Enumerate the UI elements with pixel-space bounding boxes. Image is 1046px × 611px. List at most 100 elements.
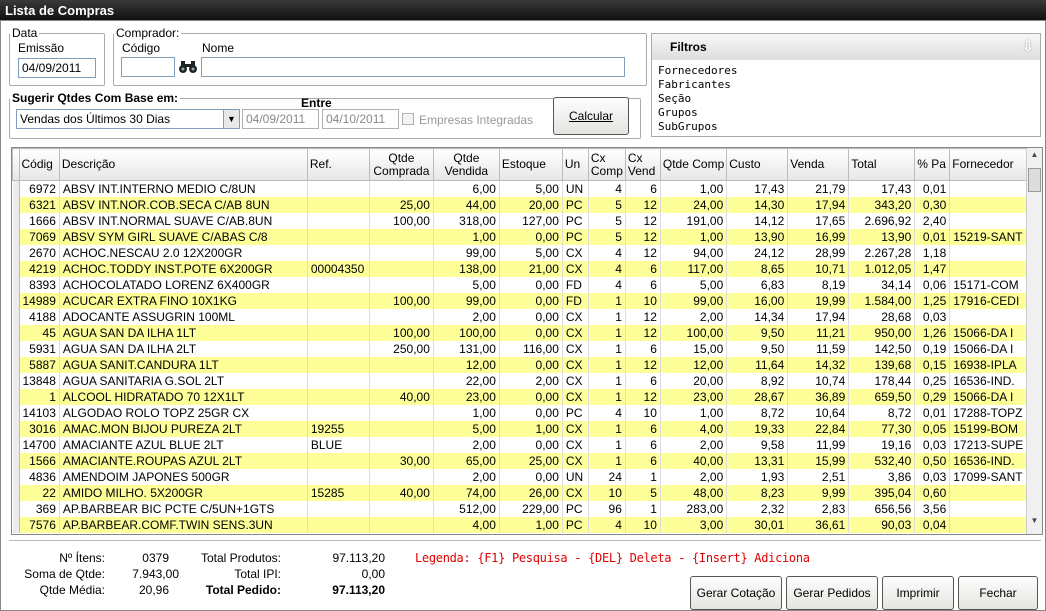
scroll-thumb[interactable] [1028, 168, 1041, 192]
cell-descricao[interactable]: ADOCANTE ASSUGRIN 100ML [59, 308, 308, 325]
cell-total[interactable]: 395,04 [848, 484, 916, 501]
cell-un[interactable]: CX [562, 308, 589, 325]
cell-qtde-vendida[interactable]: 2,00 [433, 308, 500, 325]
cell-total[interactable]: 139,68 [848, 356, 916, 373]
cell-codigo[interactable]: 14700 [19, 436, 60, 453]
cell-total[interactable]: 34,14 [848, 276, 916, 293]
cell-custo[interactable]: 13,90 [726, 228, 789, 245]
cell-qtde-comp[interactable]: 1,00 [660, 228, 728, 245]
cell-qtde-comp[interactable]: 3,00 [660, 516, 728, 533]
cell-qtde-vendida[interactable]: 318,00 [433, 212, 500, 229]
col-header-cx-comp[interactable]: Cx Comp [587, 148, 626, 181]
cell-custo[interactable]: 13,31 [726, 452, 789, 469]
cell-un[interactable]: CX [562, 356, 589, 373]
cell-qtde-comprada[interactable] [369, 372, 434, 389]
table-row[interactable]: 4188 ADOCANTE ASSUGRIN 100ML 2,00 0,00 CX 1 12… [12, 308, 1034, 325]
cell-qtde-vendida[interactable]: 2,00 [433, 436, 500, 453]
cell-codigo[interactable]: 45 [19, 324, 60, 341]
cell-qtde-vendida[interactable]: 65,00 [433, 452, 500, 469]
cell-cx-comp[interactable]: 1 [588, 340, 626, 357]
cell-custo[interactable]: 6,83 [726, 276, 789, 293]
cell-codigo[interactable]: 4188 [19, 308, 60, 325]
cell-cx-vend[interactable]: 6 [625, 436, 661, 453]
cell-venda[interactable]: 10,64 [787, 404, 850, 421]
cell-qtde-comprada[interactable] [369, 500, 434, 517]
cell-cx-vend[interactable]: 1 [625, 468, 661, 485]
cell-total[interactable]: 13,90 [848, 228, 916, 245]
chevron-down-icon[interactable]: ▼ [223, 110, 239, 128]
cell-codigo[interactable]: 22 [19, 484, 60, 501]
cell-un[interactable]: CX [562, 324, 589, 341]
cell-cx-comp[interactable]: 4 [588, 404, 626, 421]
cell-codigo[interactable]: 6972 [19, 180, 60, 197]
cell-percent[interactable]: 0,05 [914, 420, 951, 437]
cell-ref[interactable] [307, 340, 370, 357]
cell-ref[interactable] [307, 388, 370, 405]
cell-custo[interactable]: 19,33 [726, 420, 789, 437]
cell-un[interactable]: CX [562, 452, 589, 469]
cell-cx-comp[interactable]: 4 [588, 260, 626, 277]
comprador-codigo-input[interactable] [121, 57, 175, 77]
col-header-codigo[interactable]: Códig [18, 148, 60, 181]
cell-qtde-vendida[interactable]: 131,00 [433, 340, 500, 357]
cell-total[interactable]: 1.012,05 [848, 260, 916, 277]
gerar-pedidos-button[interactable]: Gerar Pedidos [786, 576, 878, 610]
cell-cx-vend[interactable]: 1 [625, 500, 661, 517]
cell-fornecedor[interactable] [949, 180, 1034, 197]
cell-cx-vend[interactable]: 12 [625, 324, 661, 341]
cell-ref[interactable]: 15285 [307, 484, 370, 501]
cell-qtde-comp[interactable]: 40,00 [660, 452, 728, 469]
cell-qtde-comprada[interactable]: 100,00 [369, 292, 434, 309]
cell-venda[interactable]: 9,99 [787, 484, 850, 501]
cell-custo[interactable]: 9,58 [726, 436, 789, 453]
cell-fornecedor[interactable]: 15066-DA I [949, 388, 1034, 405]
table-row[interactable]: 7576 AP.BARBEAR.COMF.TWIN SENS.3UN 4,00 1,0… [12, 516, 1034, 533]
vertical-scrollbar[interactable]: ▲ ▼ [1026, 148, 1042, 534]
cell-qtde-vendida[interactable]: 512,00 [433, 500, 500, 517]
cell-total[interactable]: 2.267,28 [848, 244, 916, 261]
cell-venda[interactable]: 15,99 [787, 452, 850, 469]
cell-fornecedor[interactable]: 15066-DA I [949, 340, 1034, 357]
cell-total[interactable]: 343,20 [848, 196, 916, 213]
col-header-estoque[interactable]: Estoque [498, 148, 563, 181]
cell-venda[interactable]: 8,19 [787, 276, 850, 293]
cell-un[interactable]: PC [562, 516, 589, 533]
table-row[interactable]: 14103 ALGODAO ROLO TOPZ 25GR CX 1,00 0,00 PC… [12, 404, 1034, 421]
cell-percent[interactable]: 2,40 [914, 212, 951, 229]
cell-cx-vend[interactable]: 6 [625, 452, 661, 469]
cell-fornecedor[interactable]: 17213-SUPE [949, 436, 1034, 453]
col-header-total[interactable]: Total [848, 148, 916, 181]
cell-cx-vend[interactable]: 12 [625, 244, 661, 261]
cell-percent[interactable]: 1,25 [914, 292, 951, 309]
cell-total[interactable]: 77,30 [848, 420, 916, 437]
cell-percent[interactable]: 1,18 [914, 244, 951, 261]
cell-qtde-vendida[interactable]: 99,00 [433, 244, 500, 261]
cell-total[interactable]: 656,56 [848, 500, 916, 517]
cell-qtde-comp[interactable]: 4,00 [660, 420, 728, 437]
cell-custo[interactable]: 14,34 [726, 308, 789, 325]
cell-percent[interactable]: 0,01 [914, 180, 951, 197]
cell-qtde-vendida[interactable]: 44,00 [433, 196, 500, 213]
cell-un[interactable]: CX [562, 484, 589, 501]
cell-qtde-comp[interactable]: 94,00 [660, 244, 728, 261]
table-row[interactable]: 22 AMIDO MILHO. 5X200GR 15285 40,00 74,00 26,… [12, 484, 1034, 501]
cell-qtde-comp[interactable]: 20,00 [660, 372, 728, 389]
cell-cx-vend[interactable]: 6 [625, 180, 661, 197]
cell-codigo[interactable]: 1666 [19, 212, 60, 229]
cell-descricao[interactable]: AP.BARBEAR BIC PCTE C/5UN+1GTS [59, 500, 308, 517]
cell-un[interactable]: CX [562, 260, 589, 277]
cell-qtde-comprada[interactable]: 25,00 [369, 196, 434, 213]
cell-fornecedor[interactable]: 17916-CEDI [949, 292, 1034, 309]
cell-percent[interactable]: 0,30 [914, 196, 951, 213]
cell-cx-comp[interactable]: 4 [588, 244, 626, 261]
col-header-qtde-comprada[interactable]: Qtde Comprada [368, 148, 434, 181]
cell-total[interactable]: 659,50 [848, 388, 916, 405]
cell-qtde-comp[interactable]: 12,00 [660, 356, 728, 373]
cell-cx-vend[interactable]: 6 [625, 340, 661, 357]
cell-codigo[interactable]: 6321 [19, 196, 60, 213]
col-header-ref[interactable]: Ref. [306, 148, 370, 181]
cell-qtde-comprada[interactable]: 30,00 [369, 452, 434, 469]
collapse-arrow-icon[interactable]: ⇩ [1022, 38, 1034, 55]
col-header-qtde-comp[interactable]: Qtde Comp [659, 148, 728, 181]
cell-fornecedor[interactable] [949, 308, 1034, 325]
